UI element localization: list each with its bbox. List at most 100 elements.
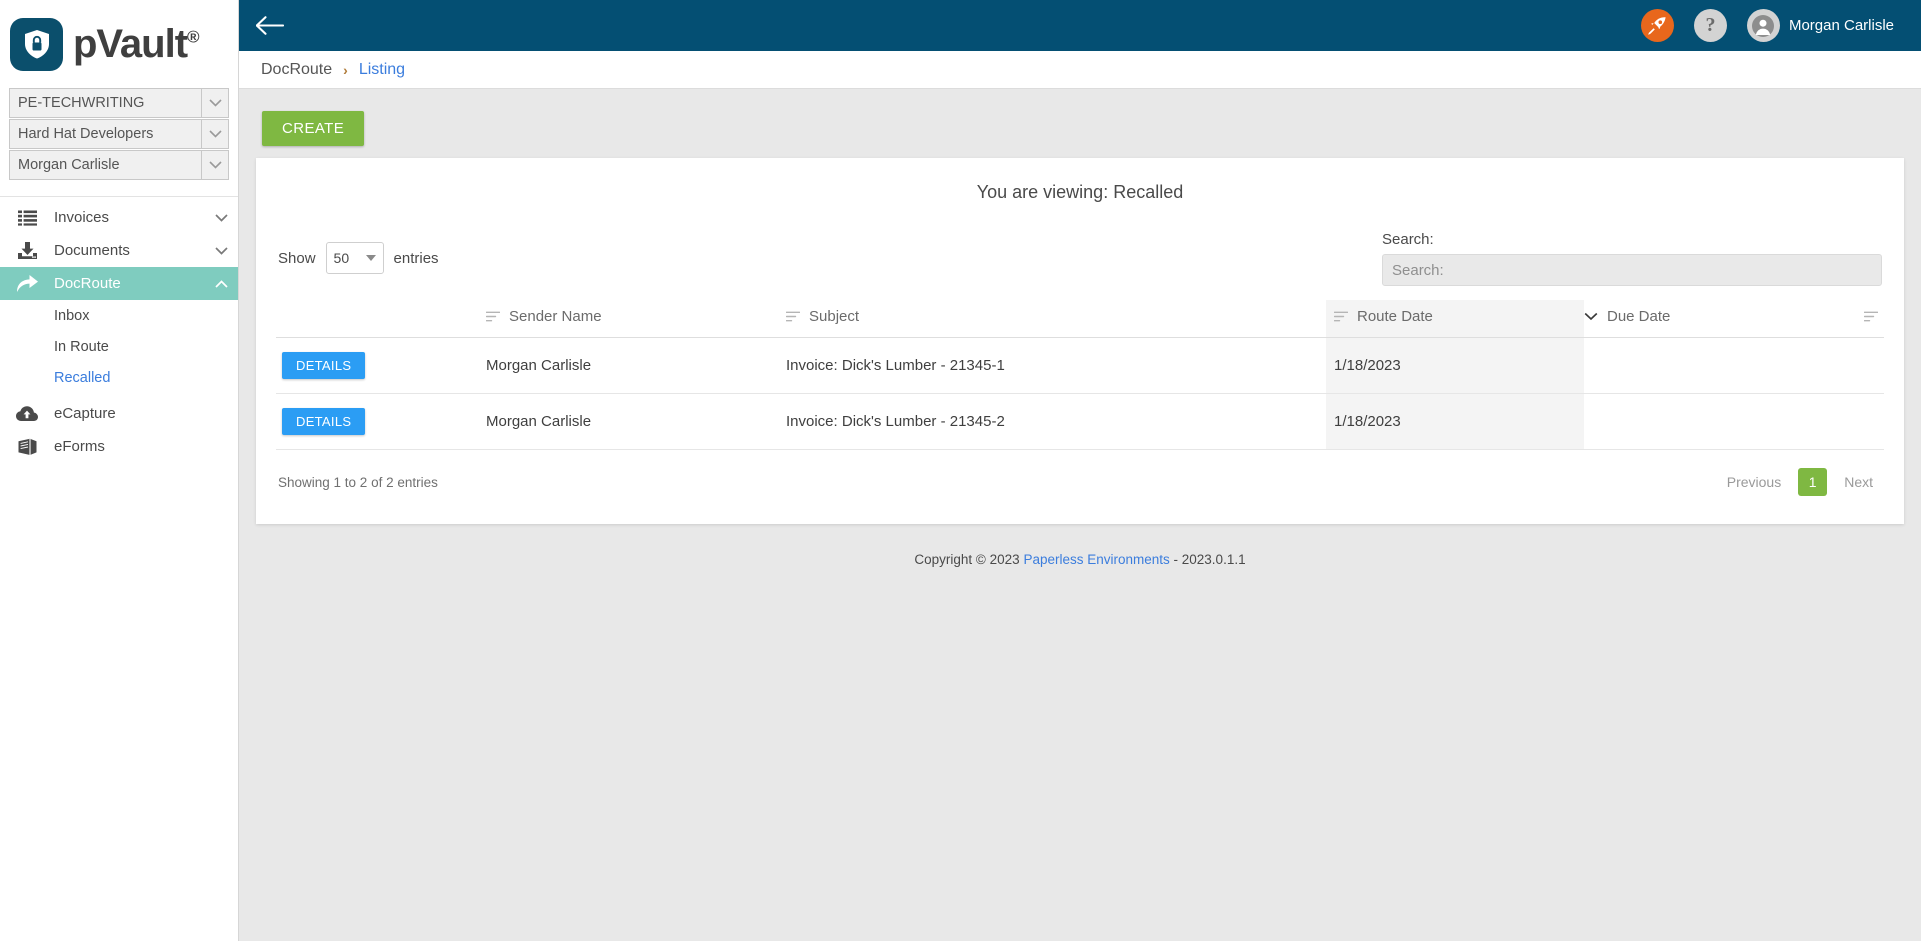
pagination: Previous 1 Next bbox=[1718, 468, 1882, 496]
details-button[interactable]: DETAILS bbox=[282, 352, 366, 379]
user-name-label: Morgan Carlisle bbox=[1788, 17, 1894, 34]
select-user[interactable]: Morgan Carlisle bbox=[9, 150, 229, 180]
copyright-suffix: - 2023.0.1.1 bbox=[1173, 552, 1246, 567]
sidebar: pVault® PE-TECHWRITING Hard Hat Develope… bbox=[0, 0, 239, 941]
row-route-date: 1/18/2023 bbox=[1326, 337, 1584, 394]
sidebar-item-documents[interactable]: Documents bbox=[0, 234, 238, 267]
select-company[interactable]: Hard Hat Developers bbox=[9, 119, 229, 149]
search-control: Search: bbox=[1382, 231, 1882, 286]
row-subject: Invoice: Dick's Lumber - 21345-1 bbox=[786, 337, 1326, 394]
sort-icon[interactable] bbox=[486, 311, 500, 322]
table-row: DETAILS Morgan Carlisle Invoice: Dick's … bbox=[276, 337, 1884, 394]
chevron-down-icon[interactable] bbox=[204, 246, 238, 255]
sidebar-item-docroute-label: DocRoute bbox=[54, 275, 121, 292]
page-length-control: Show 50 entries bbox=[278, 231, 439, 274]
download-box-icon bbox=[0, 241, 54, 260]
chevron-up-icon[interactable] bbox=[204, 279, 238, 288]
sidebar-item-in-route-label: In Route bbox=[54, 338, 109, 355]
main-region: ? Morgan Carlisle DocRoute › Listing CRE… bbox=[239, 0, 1921, 941]
search-input[interactable] bbox=[1382, 254, 1882, 286]
table-row: DETAILS Morgan Carlisle Invoice: Dick's … bbox=[276, 393, 1884, 450]
sidebar-item-docroute[interactable]: DocRoute bbox=[0, 267, 238, 300]
column-header-due-date[interactable]: Due Date bbox=[1584, 300, 1884, 338]
sidebar-item-documents-label: Documents bbox=[54, 242, 130, 259]
breadcrumb-current[interactable]: Listing bbox=[359, 61, 405, 79]
show-label: Show bbox=[278, 249, 316, 267]
page-length-select[interactable]: 50 bbox=[325, 242, 384, 274]
table-footer: Showing 1 to 2 of 2 entries Previous 1 N… bbox=[276, 468, 1884, 496]
arrow-left-icon[interactable] bbox=[256, 16, 284, 35]
top-bar-actions: ? Morgan Carlisle bbox=[1640, 9, 1894, 42]
entries-label: entries bbox=[393, 249, 439, 267]
brand-logo[interactable]: pVault® bbox=[0, 0, 238, 88]
sidebar-item-ecapture[interactable]: eCapture bbox=[0, 397, 238, 430]
sort-icon[interactable] bbox=[1864, 311, 1884, 322]
create-button[interactable]: CREATE bbox=[262, 111, 365, 146]
page-title: You are viewing: Recalled bbox=[976, 182, 1184, 202]
cloud-upload-icon bbox=[0, 405, 54, 422]
chevron-down-icon[interactable] bbox=[201, 120, 228, 148]
select-organization-label: PE-TECHWRITING bbox=[18, 95, 145, 111]
user-menu[interactable]: Morgan Carlisle bbox=[1746, 9, 1894, 42]
registered-mark: ® bbox=[187, 27, 199, 47]
chevron-down-icon[interactable] bbox=[201, 151, 228, 179]
rocket-icon[interactable] bbox=[1640, 9, 1674, 42]
details-button[interactable]: DETAILS bbox=[282, 408, 366, 435]
chevron-down-icon[interactable] bbox=[204, 213, 238, 222]
column-header-sender-name-label: Sender Name bbox=[509, 308, 602, 325]
row-subject: Invoice: Dick's Lumber - 21345-2 bbox=[786, 393, 1326, 450]
table-info: Showing 1 to 2 of 2 entries bbox=[278, 474, 438, 490]
column-header-route-date-label: Route Date bbox=[1357, 308, 1433, 325]
sidebar-item-ecapture-label: eCapture bbox=[54, 405, 116, 422]
row-sender-name: Morgan Carlisle bbox=[486, 393, 786, 450]
select-organization[interactable]: PE-TECHWRITING bbox=[9, 88, 229, 118]
paperless-environments-link[interactable]: Paperless Environments bbox=[1023, 552, 1169, 567]
sidebar-item-eforms[interactable]: eForms bbox=[0, 430, 238, 463]
row-actions-cell: DETAILS bbox=[276, 393, 486, 450]
row-actions-cell: DETAILS bbox=[276, 337, 486, 394]
sidebar-nav: Invoices Documents DocRoute Inbox In Rou… bbox=[0, 196, 238, 463]
user-avatar-icon bbox=[1746, 9, 1780, 42]
sort-icon[interactable] bbox=[786, 311, 800, 322]
sidebar-item-eforms-label: eForms bbox=[54, 438, 105, 455]
row-due-date bbox=[1584, 393, 1884, 450]
sidebar-item-inbox-label: Inbox bbox=[54, 307, 90, 324]
copyright-prefix: Copyright © 2023 bbox=[914, 552, 1020, 567]
listing-card: You are viewing: Recalled Show 50 entrie… bbox=[256, 158, 1904, 524]
sidebar-item-recalled[interactable]: Recalled bbox=[0, 362, 238, 393]
column-header-due-date-label: Due Date bbox=[1607, 308, 1671, 325]
app-root: pVault® PE-TECHWRITING Hard Hat Develope… bbox=[0, 0, 1921, 941]
sidebar-item-inbox[interactable]: Inbox bbox=[0, 300, 238, 331]
pagination-page-1[interactable]: 1 bbox=[1798, 468, 1828, 496]
sidebar-item-invoices-label: Invoices bbox=[54, 209, 110, 226]
column-header-subject-label: Subject bbox=[809, 308, 860, 325]
sidebar-item-in-route[interactable]: In Route bbox=[0, 331, 238, 362]
pagination-previous[interactable]: Previous bbox=[1718, 468, 1790, 496]
sort-icon[interactable] bbox=[1334, 311, 1348, 322]
sidebar-item-recalled-label: Recalled bbox=[54, 369, 111, 386]
search-label: Search: bbox=[1382, 231, 1434, 248]
chevron-down-icon[interactable] bbox=[1584, 312, 1598, 321]
list-icon bbox=[0, 210, 54, 226]
column-header-route-date[interactable]: Route Date bbox=[1326, 300, 1584, 338]
page-length-value: 50 bbox=[333, 250, 350, 266]
sidebar-item-invoices[interactable]: Invoices bbox=[0, 201, 238, 234]
row-sender-name: Morgan Carlisle bbox=[486, 337, 786, 394]
brand-name: pVault® bbox=[73, 22, 200, 66]
select-user-label: Morgan Carlisle bbox=[18, 157, 120, 173]
table-body: DETAILS Morgan Carlisle Invoice: Dick's … bbox=[276, 337, 1884, 450]
brand-name-text: pVault bbox=[73, 22, 188, 66]
question-mark-icon[interactable]: ? bbox=[1693, 9, 1727, 42]
breadcrumb: DocRoute › Listing bbox=[239, 51, 1921, 89]
table-controls: Show 50 entries Search: bbox=[276, 231, 1884, 286]
table-header-row: Sender Name Subject Route Date Due Date bbox=[276, 300, 1884, 338]
column-header-actions bbox=[276, 300, 486, 338]
select-company-label: Hard Hat Developers bbox=[18, 126, 154, 142]
shield-lock-icon bbox=[10, 17, 63, 71]
top-bar: ? Morgan Carlisle bbox=[239, 0, 1921, 51]
column-header-subject[interactable]: Subject bbox=[786, 300, 1326, 338]
column-header-sender-name[interactable]: Sender Name bbox=[486, 300, 786, 338]
pagination-next[interactable]: Next bbox=[1835, 468, 1882, 496]
chevron-down-icon[interactable] bbox=[201, 89, 228, 117]
breadcrumb-parent[interactable]: DocRoute bbox=[261, 61, 332, 79]
